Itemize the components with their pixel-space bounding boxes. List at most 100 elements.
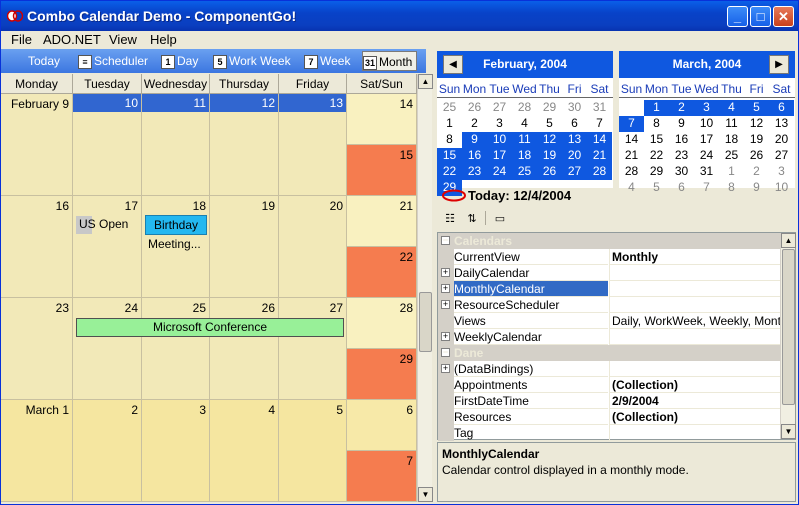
day-cell[interactable]: 10 <box>73 94 142 196</box>
day-cell[interactable]: 4 <box>210 400 279 502</box>
title-bar[interactable]: Combo Calendar Demo - ComponentGo! _ □ ✕ <box>1 1 798 31</box>
mini-day[interactable]: 14 <box>587 132 612 148</box>
day-button[interactable]: 1 Day <box>161 51 198 71</box>
property-value[interactable] <box>609 297 780 313</box>
mini-day[interactable]: 24 <box>487 164 512 180</box>
mini-day[interactable]: 5 <box>537 116 562 132</box>
property-row[interactable]: + ResourceScheduler <box>438 297 780 313</box>
mini-day[interactable]: 5 <box>644 180 669 196</box>
sunday-cell[interactable]: 7 <box>347 451 417 502</box>
today-link[interactable]: Today: 12/4/2004 <box>439 187 639 205</box>
minimize-button[interactable]: _ <box>727 6 748 27</box>
property-row[interactable]: + WeeklyCalendar <box>438 329 780 345</box>
scroll-thumb[interactable] <box>419 292 432 352</box>
mini-day[interactable]: 25 <box>719 148 744 164</box>
menu-view[interactable]: View <box>109 32 137 47</box>
mini-day[interactable]: 18 <box>512 148 537 164</box>
property-value[interactable] <box>609 265 780 281</box>
mini-day[interactable]: 31 <box>694 164 719 180</box>
event-meeting[interactable]: Meeting... <box>148 237 201 251</box>
menu-adonet[interactable]: ADO.NET <box>43 32 101 47</box>
property-row[interactable]: CurrentView Monthly <box>438 249 780 265</box>
mini-day[interactable]: 29 <box>537 100 562 116</box>
event-us-open[interactable]: US Open <box>79 217 128 231</box>
property-row[interactable]: Appointments (Collection) <box>438 377 780 393</box>
mini-day[interactable]: 27 <box>487 100 512 116</box>
mini-day[interactable]: 3 <box>487 116 512 132</box>
day-cell[interactable]: 17 <box>73 196 142 298</box>
expand-icon[interactable]: + <box>441 332 450 341</box>
mini-day[interactable]: 8 <box>719 180 744 196</box>
mini-day[interactable]: 17 <box>694 132 719 148</box>
mini-day[interactable]: 20 <box>769 132 794 148</box>
mini-day[interactable]: 9 <box>744 180 769 196</box>
property-category[interactable]: − Dane <box>438 345 780 361</box>
mini-day[interactable]: 22 <box>644 148 669 164</box>
mini-day[interactable]: 7 <box>694 180 719 196</box>
scroll-up-button[interactable]: ▲ <box>418 74 433 89</box>
property-row[interactable]: Resources (Collection) <box>438 409 780 425</box>
day-cell[interactable]: March 1 <box>1 400 73 502</box>
mini-day[interactable]: 19 <box>537 148 562 164</box>
mini-day[interactable]: 11 <box>512 132 537 148</box>
mini-day[interactable]: 21 <box>619 148 644 164</box>
event-birthday[interactable]: Birthday <box>145 215 207 235</box>
property-row[interactable]: + MonthlyCalendar <box>438 281 780 297</box>
sunday-cell[interactable]: 22 <box>347 247 417 298</box>
mini-day[interactable]: 8 <box>644 116 669 132</box>
mini-day[interactable]: 21 <box>587 148 612 164</box>
next-month-button[interactable]: ▶ <box>769 55 789 74</box>
mini-day[interactable]: 30 <box>669 164 694 180</box>
mini-day[interactable]: 2 <box>462 116 487 132</box>
mini-day[interactable]: 13 <box>769 116 794 132</box>
expand-icon[interactable]: + <box>441 300 450 309</box>
mini-day[interactable]: 4 <box>719 100 744 116</box>
property-value[interactable] <box>609 281 780 297</box>
close-button[interactable]: ✕ <box>773 6 794 27</box>
day-cell[interactable]: 25 <box>142 298 210 400</box>
mini-day[interactable]: 10 <box>769 180 794 196</box>
expand-icon[interactable]: + <box>441 268 450 277</box>
mini-day[interactable]: 14 <box>619 132 644 148</box>
mini-day[interactable]: 17 <box>487 148 512 164</box>
mini-day[interactable]: 9 <box>462 132 487 148</box>
mini-day[interactable]: 15 <box>437 148 462 164</box>
property-value[interactable]: (Collection) <box>609 377 780 393</box>
property-row[interactable]: + (DataBindings) <box>438 361 780 377</box>
month-button[interactable]: 31 Month <box>362 51 418 71</box>
expand-icon[interactable]: + <box>441 284 450 293</box>
property-value[interactable] <box>609 329 780 345</box>
property-row[interactable]: FirstDateTime 2/9/2004 <box>438 393 780 409</box>
mini-day[interactable]: 15 <box>644 132 669 148</box>
day-cell[interactable]: 3 <box>142 400 210 502</box>
mini-day[interactable]: 13 <box>562 132 587 148</box>
mini-day[interactable]: 16 <box>462 148 487 164</box>
mini-day[interactable]: 11 <box>719 116 744 132</box>
mini-day[interactable]: 12 <box>537 132 562 148</box>
property-value[interactable]: Monthly <box>609 249 780 265</box>
calendar-scrollbar[interactable]: ▲ ▼ <box>417 74 433 502</box>
mini-day[interactable]: 6 <box>562 116 587 132</box>
property-grid-scrollbar[interactable]: ▲ ▼ <box>780 233 796 439</box>
mini-day[interactable]: 26 <box>537 164 562 180</box>
mini-day[interactable]: 25 <box>512 164 537 180</box>
mini-day[interactable]: 7 <box>619 116 644 132</box>
mini-day[interactable]: 6 <box>669 180 694 196</box>
previous-month-button[interactable]: ◀ <box>443 55 463 74</box>
collapse-icon[interactable]: − <box>441 348 450 357</box>
day-cell[interactable]: 14 <box>347 94 417 145</box>
property-grid[interactable]: − Calendars CurrentView Monthly + DailyCalend… <box>437 232 796 441</box>
mini-day[interactable]: 3 <box>769 164 794 180</box>
mini-day[interactable]: 23 <box>669 148 694 164</box>
sunday-cell[interactable]: 15 <box>347 145 417 196</box>
mini-day[interactable]: 23 <box>462 164 487 180</box>
week-button[interactable]: 7 Week <box>304 51 350 71</box>
mini-day[interactable]: 3 <box>694 100 719 116</box>
mini-day[interactable]: 2 <box>744 164 769 180</box>
day-cell[interactable]: 27 <box>279 298 347 400</box>
mini-day[interactable]: 8 <box>437 132 462 148</box>
mini-day[interactable]: 24 <box>694 148 719 164</box>
mini-calendar-march[interactable]: March, 2004 ▶ Sun Mon Tue Wed Thu Fri Sa… <box>619 51 795 194</box>
scroll-up-button[interactable]: ▲ <box>781 233 796 248</box>
day-cell[interactable]: 24 <box>73 298 142 400</box>
